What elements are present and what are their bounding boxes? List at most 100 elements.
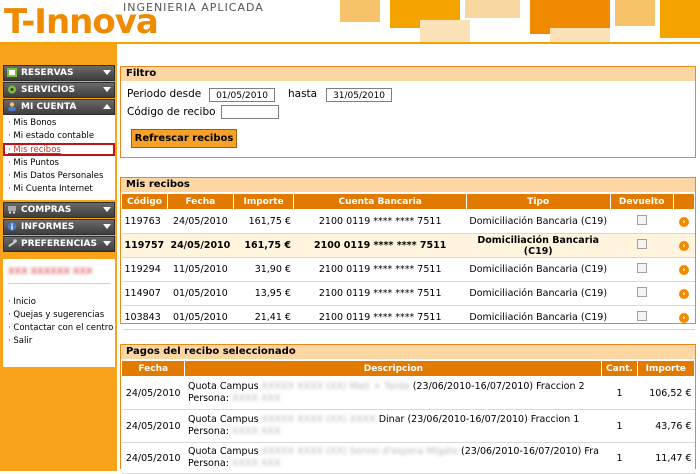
filtro-panel: Filtro Periodo desde 01/05/2010 hasta 31…: [120, 66, 696, 158]
user-box: XXX XXXXXX XXX · Inicio · Quejas y suger…: [3, 259, 115, 367]
recibos-header-row: Código Fecha Importe Cuenta Bancaria Tip…: [121, 193, 696, 210]
persona-blurred: XXXX XXX: [231, 393, 281, 404]
link-quejas[interactable]: · Quejas y sugerencias: [8, 310, 104, 320]
cell-cuenta: 2100 0119 **** **** 7511: [293, 257, 467, 282]
go-arrow-icon[interactable]: ›: [678, 241, 689, 251]
col-fecha[interactable]: Fecha: [120, 360, 186, 377]
link-salir[interactable]: · Salir: [8, 336, 32, 346]
persona-blurred: XXXX XXX: [231, 426, 281, 437]
submenu-mis-puntos-label: Mis Puntos: [13, 158, 59, 168]
cell-devuelto: [610, 305, 674, 330]
col-cant[interactable]: Cant.: [601, 360, 638, 377]
cell-tipo: Domiciliación Bancaria (C19): [466, 257, 611, 282]
cell-tipo: Domiciliación Bancaria (C19): [466, 233, 611, 258]
filtro-title: Filtro: [121, 67, 695, 81]
menu-reservas-label: RESERVAS: [21, 68, 74, 78]
recibos-title: Mis recibos: [121, 178, 695, 192]
desc-blurred: XXXXX XXXX (XX) Servei d'espera Migdia: [261, 446, 458, 457]
go-arrow-icon[interactable]: ›: [678, 217, 689, 227]
col-importe[interactable]: Importe: [636, 360, 696, 377]
submenu-mis-datos-personales[interactable]: · Mis Datos Personales: [8, 171, 103, 181]
table-row[interactable]: 119763 24/05/2010 161,75 € 2100 0119 ***…: [121, 209, 695, 234]
table-row-selected[interactable]: 119757 24/05/2010 161,75 € 2100 0119 ***…: [121, 233, 695, 258]
table-row[interactable]: 114907 01/05/2010 13,95 € 2100 0119 ****…: [121, 281, 695, 306]
desc-prefix: Quota Campus: [187, 446, 259, 457]
desc-blurred: XXXXX XXXX (XX) XXXX: [261, 414, 376, 425]
cell-fecha: 24/05/2010: [167, 209, 234, 234]
col-tipo[interactable]: Tipo: [465, 193, 611, 210]
desc-suffix: Dinar (23/06/2010-16/07/2010) Fraccion 1: [378, 414, 580, 425]
link-inicio[interactable]: · Inicio: [8, 297, 36, 307]
codigo-recibo-label: Código de recibo: [127, 106, 216, 118]
devuelto-checkbox: [636, 239, 647, 249]
desc-suffix: (23/06/2010-16/07/2010) Fraccion 2: [412, 381, 585, 392]
cell-importe: 43,76 €: [637, 409, 695, 443]
col-descripcion[interactable]: Descripcion: [184, 360, 603, 377]
go-arrow-icon[interactable]: ›: [678, 265, 689, 275]
cell-descripcion: Quota Campus XXXXX XXXX (XX) XXXX Dinar …: [184, 409, 602, 443]
cell-fecha: 24/05/2010: [121, 376, 185, 410]
grid-icon: [7, 68, 17, 77]
cell-action: ›: [673, 257, 695, 282]
table-row[interactable]: 119294 11/05/2010 31,90 € 2100 0119 ****…: [121, 257, 695, 282]
cell-cuenta: 2100 0119 **** **** 7511: [293, 209, 467, 234]
cell-descripcion: Quota Campus XXXXX XXXX (XX) Servei d'es…: [184, 442, 602, 474]
header-decoration: [300, 0, 700, 42]
menu-mi-cuenta[interactable]: MI CUENTA: [3, 99, 115, 115]
pagos-panel: Pagos del recibo seleccionado Fecha Desc…: [120, 344, 696, 474]
cell-fecha: 24/05/2010: [121, 442, 185, 474]
cell-fecha: 11/05/2010: [167, 257, 234, 282]
menu-preferencias-label: PREFERENCIAS: [21, 239, 97, 249]
submenu-mi-estado-contable[interactable]: · Mi estado contable: [8, 131, 94, 141]
periodo-desde-input[interactable]: 01/05/2010: [209, 88, 275, 102]
col-cuenta[interactable]: Cuenta Bancaria: [293, 193, 467, 210]
cell-importe: 31,90 €: [233, 257, 294, 282]
col-codigo[interactable]: Código: [121, 193, 168, 210]
menu-servicios-label: SERVICIOS: [21, 85, 75, 95]
cell-descripcion: Quota Campus XXXXX XXXX (XX) Mati + Tard…: [184, 376, 602, 410]
person-icon: [8, 102, 16, 111]
menu-informes[interactable]: INFORMES: [3, 219, 115, 235]
chevron-down-icon: [103, 207, 111, 212]
cell-action: ›: [673, 209, 695, 234]
table-row: 24/05/2010 Quota Campus XXXXX XXXX (XX) …: [121, 409, 695, 443]
recibos-table: Código Fecha Importe Cuenta Bancaria Tip…: [121, 193, 696, 330]
submenu-mi-estado-contable-label: Mi estado contable: [13, 131, 95, 141]
cell-fecha: 01/05/2010: [167, 305, 234, 330]
submenu-mis-puntos[interactable]: · Mis Puntos: [8, 158, 59, 168]
menu-servicios[interactable]: SERVICIOS: [3, 82, 115, 98]
col-devuelto[interactable]: Devuelto: [609, 193, 674, 210]
cell-importe: 106,52 €: [637, 376, 695, 410]
cell-cuenta: 2100 0119 **** **** 7511: [293, 305, 467, 330]
go-arrow-icon[interactable]: ›: [678, 289, 689, 299]
cell-cant: 1: [601, 376, 638, 410]
submenu-mis-bonos[interactable]: · Mis Bonos: [8, 118, 56, 128]
cell-tipo: Domiciliación Bancaria (C19): [466, 281, 611, 306]
selected-item-highlight: [3, 143, 115, 156]
refrescar-recibos-button[interactable]: Refrescar recibos: [131, 129, 237, 148]
hasta-label: hasta: [288, 88, 318, 100]
menu-compras[interactable]: COMPRAS: [3, 202, 115, 218]
chevron-down-icon: [103, 87, 111, 92]
cell-importe: 11,47 €: [637, 442, 695, 474]
menu-mi-cuenta-label: MI CUENTA: [21, 102, 77, 112]
hasta-input[interactable]: 31/05/2010: [326, 88, 392, 102]
menu-preferencias[interactable]: PREFERENCIAS: [3, 236, 115, 252]
cell-importe: 21,41 €: [233, 305, 294, 330]
user-box-divider: [8, 283, 110, 284]
go-arrow-icon[interactable]: ›: [678, 313, 689, 323]
submenu-mi-cuenta-internet[interactable]: · Mi Cuenta Internet: [8, 184, 93, 194]
codigo-recibo-input[interactable]: [221, 105, 279, 119]
col-fecha[interactable]: Fecha: [166, 193, 234, 210]
col-importe[interactable]: Importe: [232, 193, 295, 210]
table-row[interactable]: 103843 01/05/2010 21,41 € 2100 0119 ****…: [121, 305, 695, 330]
menu-reservas[interactable]: RESERVAS: [3, 65, 115, 81]
table-row: 24/05/2010 Quota Campus XXXXX XXXX (XX) …: [121, 442, 695, 474]
cell-codigo: 103843: [121, 305, 168, 330]
desc-suffix: (23/06/2010-16/07/2010) Fra: [461, 446, 599, 457]
desc-blurred: XXXXX XXXX (XX) Mati + Tarda: [261, 381, 410, 392]
link-contactar[interactable]: · Contactar con el centro: [8, 323, 113, 333]
cell-fecha: 24/05/2010: [121, 409, 185, 443]
chevron-down-icon: [103, 70, 111, 75]
submenu-mis-bonos-label: Mis Bonos: [13, 118, 57, 128]
